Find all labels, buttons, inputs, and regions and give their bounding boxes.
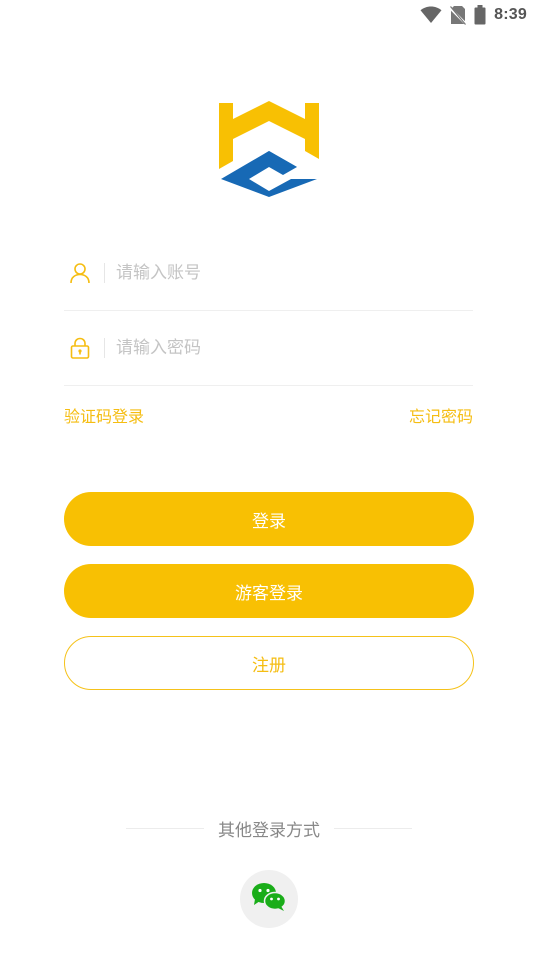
account-input[interactable] <box>116 253 473 293</box>
no-sim-icon <box>450 5 467 25</box>
divider-line <box>126 827 204 829</box>
auth-links: 验证码登录 忘记密码 <box>64 402 473 428</box>
wifi-icon <box>420 6 442 24</box>
status-bar: 8:39 <box>0 0 537 30</box>
guest-login-button[interactable]: 游客登录 <box>64 564 474 618</box>
forgot-password-link[interactable]: 忘记密码 <box>409 403 473 427</box>
field-divider <box>104 263 105 283</box>
divider-line <box>334 827 412 829</box>
field-divider <box>104 338 105 358</box>
sms-login-link[interactable]: 验证码登录 <box>64 403 144 427</box>
lock-icon <box>66 334 94 362</box>
login-button[interactable]: 登录 <box>64 492 474 546</box>
battery-icon <box>474 5 486 25</box>
password-input[interactable] <box>116 328 473 368</box>
other-login-divider: 其他登录方式 <box>126 814 412 842</box>
account-row <box>64 236 473 311</box>
status-time: 8:39 <box>494 6 527 23</box>
status-icons: 8:39 <box>420 4 527 26</box>
wechat-icon <box>251 882 287 916</box>
login-screen: 8:39 请输入账号 验证码登录 忘记密码 登录 游客登录 注册 其他登录方式 <box>0 0 537 956</box>
register-button[interactable]: 注册 <box>64 636 474 690</box>
other-login-title: 其他登录方式 <box>218 820 320 841</box>
app-logo <box>219 101 319 197</box>
user-icon <box>66 259 94 287</box>
password-row <box>64 311 473 386</box>
wechat-login-button[interactable] <box>240 870 298 928</box>
